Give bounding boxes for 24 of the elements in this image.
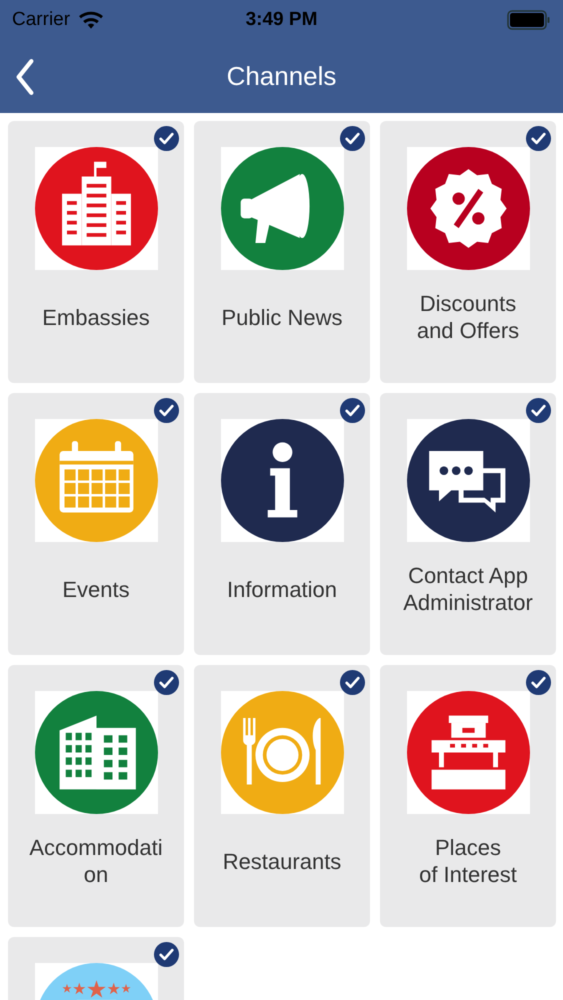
channel-tile[interactable]: Contact App Administrator — [380, 393, 556, 655]
channel-tile[interactable]: Public News — [194, 121, 370, 383]
channel-name: Restaurants — [222, 848, 342, 876]
channel-name: Places of Interest — [419, 834, 517, 888]
channel-name: Accommodati on — [29, 834, 163, 888]
screen-title: Channels — [226, 61, 336, 92]
channel-tile[interactable]: Places of Interest — [380, 665, 556, 927]
channel-name: Information — [226, 576, 338, 604]
channel-tile[interactable]: Information — [194, 393, 370, 655]
channel-tile[interactable]: Embassies — [8, 121, 184, 383]
channel-name: Discounts and Offers — [416, 290, 520, 344]
channel-tile[interactable]: Accommodati on — [8, 665, 184, 927]
clock-time: 3:49 PM — [246, 9, 318, 31]
channel-name: Public News — [221, 304, 343, 332]
battery-icon — [507, 10, 551, 30]
channel-name: Contact App Administrator — [403, 562, 533, 616]
wifi-icon — [78, 10, 104, 30]
channel-tile[interactable]: Events — [8, 393, 184, 655]
channel-name: Embassies — [42, 304, 150, 332]
channel-name: Events — [62, 576, 130, 604]
channel-tile[interactable]: Discounts and Offers — [380, 121, 556, 383]
carrier-name: Carrier — [12, 9, 70, 31]
channel-tile[interactable]: Restaurants — [194, 665, 370, 927]
back-button[interactable] — [14, 58, 36, 96]
